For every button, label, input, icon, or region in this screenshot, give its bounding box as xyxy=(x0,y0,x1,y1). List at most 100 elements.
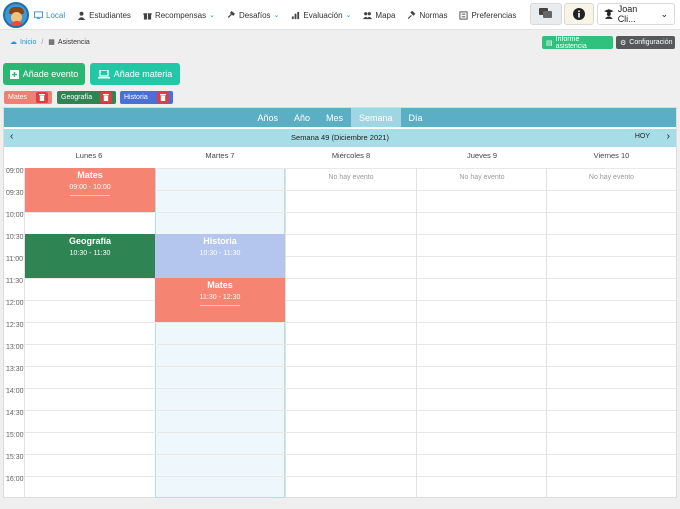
add-event-button[interactable]: Añade evento xyxy=(3,63,85,85)
nav-item-label: Normas xyxy=(419,10,448,20)
monitor-icon xyxy=(34,10,43,19)
breadcrumb: ☁ Inicio / ▦ Asistencia xyxy=(10,38,90,47)
subject-tag-label: Historia xyxy=(124,94,148,101)
time-label: 10:00 xyxy=(6,212,24,219)
sliders-icon xyxy=(459,10,469,20)
nav-item-label: Mapa xyxy=(375,10,396,20)
chat-icon xyxy=(539,8,552,18)
subject-tag-geografia[interactable]: Geografía xyxy=(57,91,116,104)
event-mates-martes[interactable]: Mates 11:30 - 12:30 xyxy=(155,278,285,322)
tab-dia[interactable]: Día xyxy=(401,108,431,127)
subject-tag-mates[interactable]: Mates xyxy=(4,91,52,104)
event-name: Mates xyxy=(207,280,233,290)
app-logo[interactable] xyxy=(3,2,29,28)
today-column xyxy=(155,168,285,498)
chevron-down-icon: ⌄ xyxy=(273,12,280,19)
day-header: Miércoles 8 xyxy=(331,151,371,160)
hammer-icon xyxy=(227,10,235,18)
user-menu-button[interactable]: Joan Cli... ⌄ xyxy=(597,3,675,25)
chevron-down-icon: ⌄ xyxy=(209,12,215,19)
gavel-icon xyxy=(408,10,416,19)
day-header: Jueves 9 xyxy=(466,151,498,160)
no-event-text: No hay evento xyxy=(588,174,635,181)
subject-tag-label: Mates xyxy=(8,94,28,101)
laptop-icon xyxy=(97,69,110,78)
day-header: Lunes 6 xyxy=(75,151,103,160)
time-grid: 09:00 09:30 10:00 10:30 11:00 11:30 12:0… xyxy=(4,168,676,498)
time-label: 11:00 xyxy=(6,256,23,263)
nav-item-desafios[interactable]: Desafíos ⌄ xyxy=(227,10,280,20)
people-icon xyxy=(363,11,373,19)
top-navbar: Local Estudiantes Recompensas ⌄ Desafíos… xyxy=(0,0,680,30)
add-event-label: Añade evento xyxy=(22,69,79,79)
nav-item-local[interactable]: Local xyxy=(34,11,65,20)
attendance-report-button[interactable]: ▤ Informe asistencia xyxy=(542,35,613,50)
time-label: 12:00 xyxy=(6,300,24,307)
tab-semana[interactable]: Semana xyxy=(351,108,401,127)
settings-button[interactable]: ⚙ Configuración xyxy=(616,36,675,49)
chevron-right-icon[interactable]: › xyxy=(667,131,670,142)
calendar-plus-icon xyxy=(9,70,19,79)
add-subject-button[interactable]: Añade materia xyxy=(90,63,180,85)
breadcrumb-home[interactable]: Inicio xyxy=(20,39,36,46)
chat-button[interactable] xyxy=(530,3,562,25)
attendance-report-label: Informe asistencia xyxy=(555,35,587,50)
chevron-down-icon: ⌄ xyxy=(345,12,352,19)
trash-icon[interactable] xyxy=(157,92,169,103)
info-icon xyxy=(573,8,585,20)
breadcrumb-separator: / xyxy=(41,38,44,46)
tab-mes[interactable]: Mes xyxy=(318,108,351,127)
settings-label: Configuración xyxy=(629,39,673,46)
document-icon: ▤ xyxy=(546,39,553,47)
event-time: 09:00 - 10:00 xyxy=(69,184,111,191)
nav-item-label: Evaluación xyxy=(303,10,343,20)
time-label: 15:30 xyxy=(6,454,24,461)
nav-item-label: Desafíos xyxy=(238,10,271,20)
subject-tag-historia[interactable]: Historia xyxy=(120,91,173,104)
graduate-icon xyxy=(604,9,614,19)
event-name: Historia xyxy=(203,236,237,246)
nav-item-label: Preferencias xyxy=(471,10,517,20)
time-label: 16:00 xyxy=(6,476,24,483)
week-calendar: Años Año Mes Semana Día ‹ Semana 49 (Dic… xyxy=(3,107,677,498)
nav-item-preferencias[interactable]: Preferencias xyxy=(459,11,516,20)
nav-item-normas[interactable]: Normas xyxy=(407,10,448,20)
week-navigation: ‹ Semana 49 (Diciembre 2021) HOY › xyxy=(4,129,676,147)
tab-ano[interactable]: Año xyxy=(286,108,318,127)
nav-item-mapa[interactable]: Mapa xyxy=(363,11,395,20)
no-event-text: No hay evento xyxy=(459,174,505,181)
nav-item-label: Recompensas xyxy=(154,10,207,20)
time-label: 10:30 xyxy=(6,234,24,241)
trash-icon[interactable] xyxy=(100,92,112,103)
nav-item-estudiantes[interactable]: Estudiantes xyxy=(77,11,131,20)
time-label: 11:30 xyxy=(6,278,23,285)
event-historia-martes[interactable]: Historia 10:30 - 11:30 xyxy=(155,234,285,278)
add-subject-label: Añade materia xyxy=(113,69,173,79)
calendar-icon: ▦ xyxy=(48,39,55,46)
time-label: 14:00 xyxy=(6,388,24,395)
nav-item-recompensas[interactable]: Recompensas ⌄ xyxy=(143,11,215,20)
view-tabs: Años Año Mes Semana Día xyxy=(4,108,676,127)
gift-icon xyxy=(143,12,152,20)
event-geografia-lunes[interactable]: Geografía 10:30 - 11:30 xyxy=(25,234,155,278)
tab-anos[interactable]: Años xyxy=(249,108,286,127)
subject-tag-label: Geografía xyxy=(61,94,93,101)
nav-menu: Local Estudiantes Recompensas ⌄ Desafíos… xyxy=(34,0,528,30)
today-button[interactable]: HOY xyxy=(635,133,650,140)
event-name: Geografía xyxy=(68,236,111,246)
nav-item-label: Estudiantes xyxy=(89,10,131,20)
chart-icon xyxy=(292,11,300,19)
breadcrumb-bar: ☁ Inicio / ▦ Asistencia ▤ Informe asiste… xyxy=(0,34,680,52)
week-title: Semana 49 (Diciembre 2021) xyxy=(291,133,389,142)
cloud-icon: ☁ xyxy=(10,39,17,46)
nav-item-label: Local xyxy=(46,10,66,20)
time-label: 12:30 xyxy=(6,322,24,329)
time-label: 13:30 xyxy=(6,366,24,373)
time-label: 14:30 xyxy=(6,410,24,417)
event-mates-lunes[interactable]: Mates 09:00 - 10:00 xyxy=(25,168,155,212)
time-label: 09:30 xyxy=(6,190,24,197)
user-icon xyxy=(78,11,86,20)
info-button[interactable] xyxy=(564,3,594,25)
nav-item-evaluacion[interactable]: Evaluación ⌄ xyxy=(291,11,351,20)
trash-icon[interactable] xyxy=(36,92,48,103)
